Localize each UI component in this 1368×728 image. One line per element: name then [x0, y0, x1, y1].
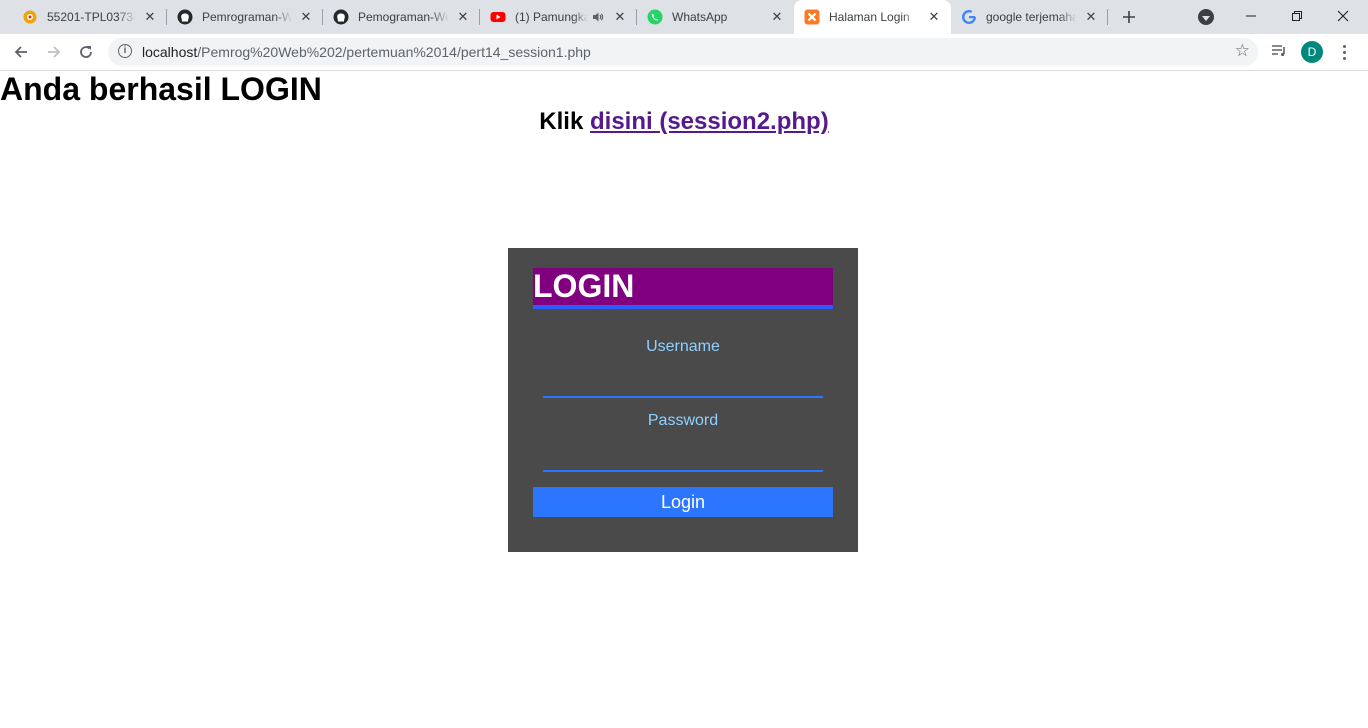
xampp-icon	[804, 9, 820, 25]
login-form: LOGIN Username Password Login	[508, 248, 858, 552]
restore-button[interactable]	[1274, 0, 1320, 32]
username-input[interactable]	[543, 372, 823, 398]
tab-title: WhatsApp	[672, 10, 728, 24]
new-tab-button[interactable]	[1117, 5, 1141, 29]
tab-youtube[interactable]: (1) Pamungka ✕	[480, 0, 637, 34]
klik-prefix: Klik	[539, 108, 590, 135]
close-icon[interactable]: ✕	[142, 9, 158, 25]
tab-title: Pemograman-We	[358, 10, 449, 24]
window-close-button[interactable]	[1320, 0, 1366, 32]
tab-title: Halaman Login	[829, 10, 910, 24]
close-icon[interactable]: ✕	[1083, 9, 1099, 25]
address-bar[interactable]: i localhost/Pemrog%20Web%202/pertemuan%2…	[108, 38, 1258, 66]
restore-icon	[1292, 11, 1302, 21]
close-icon[interactable]: ✕	[298, 9, 314, 25]
github-icon	[333, 9, 349, 25]
close-icon[interactable]: ✕	[769, 9, 785, 25]
forward-button[interactable]	[40, 38, 68, 66]
url-text[interactable]: localhost/Pemrog%20Web%202/pertemuan%201…	[142, 44, 591, 60]
bookmark-star-icon[interactable]: ☆	[1235, 41, 1250, 61]
info-icon[interactable]: i	[118, 44, 132, 58]
reload-icon	[80, 46, 92, 58]
speaker-icon[interactable]	[592, 11, 606, 23]
tab-moodle[interactable]: 55201-TPL0373-0 ✕	[12, 0, 167, 34]
tab-whatsapp[interactable]: WhatsApp ✕	[637, 0, 794, 34]
reload-button[interactable]	[72, 38, 100, 66]
close-icon[interactable]: ✕	[455, 9, 471, 25]
username-label: Username	[646, 338, 720, 355]
google-icon	[961, 9, 977, 25]
tab-halaman-login[interactable]: Halaman Login ✕	[794, 0, 951, 34]
whatsapp-icon	[647, 9, 663, 25]
url-host: localhost	[142, 44, 198, 60]
page-heading: Anda berhasil LOGIN	[0, 71, 322, 107]
tab-title: 55201-TPL0373-0	[47, 10, 136, 24]
login-button[interactable]: Login	[533, 487, 833, 517]
tab-github-1[interactable]: Pemrograman-W ✕	[167, 0, 323, 34]
close-icon[interactable]: ✕	[612, 9, 628, 25]
url-path: /Pemrog%20Web%202/pertemuan%2014/pert14_…	[197, 44, 591, 60]
moodle-icon	[22, 9, 38, 25]
tab-google[interactable]: google terjemaha ✕	[951, 0, 1108, 34]
close-icon	[1337, 10, 1349, 22]
tab-strip: 55201-TPL0373-0 ✕ Pemrograman-W ✕ Pemogr…	[0, 0, 1368, 34]
menu-kebab-icon[interactable]	[1336, 41, 1352, 63]
tab-search-icon[interactable]	[1198, 9, 1214, 25]
session2-link[interactable]: disini (session2.php)	[590, 108, 829, 135]
profile-avatar[interactable]: D	[1301, 41, 1323, 63]
password-input[interactable]	[543, 446, 823, 472]
close-icon[interactable]: ✕	[926, 9, 942, 25]
youtube-icon	[490, 9, 506, 25]
back-button[interactable]	[7, 38, 35, 66]
klik-line: Klik disini (session2.php)	[0, 107, 1368, 137]
minimize-button[interactable]	[1228, 0, 1274, 32]
browser-toolbar: i localhost/Pemrog%20Web%202/pertemuan%2…	[0, 34, 1368, 71]
minimize-icon	[1246, 15, 1256, 17]
tab-title: (1) Pamungka	[515, 10, 588, 24]
tab-github-2[interactable]: Pemograman-We ✕	[323, 0, 480, 34]
tab-separator	[1107, 9, 1108, 25]
media-control-icon[interactable]	[1268, 40, 1290, 62]
tab-title: google terjemaha	[986, 10, 1077, 24]
arrow-left-icon	[14, 46, 27, 58]
tab-title: Pemrograman-W	[202, 10, 292, 24]
github-icon	[177, 9, 193, 25]
arrow-right-icon	[48, 46, 61, 58]
password-label: Password	[647, 412, 719, 429]
login-title: LOGIN	[533, 268, 833, 309]
